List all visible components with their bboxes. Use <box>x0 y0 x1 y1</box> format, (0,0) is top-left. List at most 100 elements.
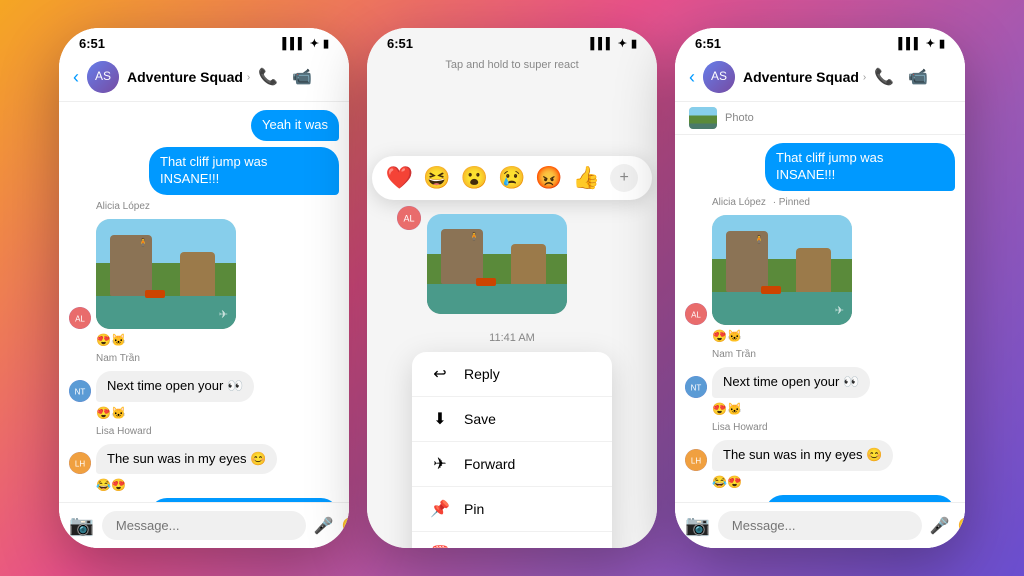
msg-row: AL 🧍 ✈ <box>69 219 339 329</box>
sticker-icon-1[interactable]: 😊 <box>342 516 349 536</box>
emoji-angry[interactable]: 😡 <box>535 165 562 191</box>
header-name-row-3: Adventure Squad › <box>743 69 866 85</box>
emoji-add-button[interactable]: + <box>610 164 638 192</box>
delete-label: Delete for you <box>464 546 551 548</box>
header-actions-3: 📞 📹 <box>874 67 928 87</box>
message-input-bar-3: 📷 🎤 😊 ⊕ <box>675 502 965 548</box>
back-button-3[interactable]: ‹ <box>689 67 695 88</box>
reaction-row: 😂😍 <box>96 478 339 492</box>
msg-avatar: NT <box>685 376 707 398</box>
context-menu: ↩ Reply ⬇ Save ✈ Forward 📌 Pin 🗑 Del <box>412 352 612 548</box>
messages-3: That cliff jump was INSANE!!! Alicia Lóp… <box>675 135 965 502</box>
photo-preview-row: AL 🧍 <box>367 200 657 328</box>
msg-row: LH The sun was in my eyes 😊 <box>685 440 955 471</box>
time-3: 6:51 <box>695 36 721 51</box>
reaction-row-3: 😍🐱 <box>712 329 955 343</box>
photo-message-1[interactable]: 🧍 ✈ <box>96 219 236 329</box>
msg-row: NT Next time open your 👀 <box>685 367 955 398</box>
msg-row: That cliff jump was INSANE!!! <box>69 147 339 195</box>
cliff-scene-3: 🧍 <box>712 215 852 325</box>
menu-item-reply[interactable]: ↩ Reply <box>412 352 612 397</box>
chat-header-3: ‹ AS Adventure Squad › 📞 📹 <box>675 55 965 102</box>
pin-label: Pin <box>464 501 484 517</box>
video-icon-1[interactable]: 📹 <box>292 67 312 87</box>
name-chevron-3: › <box>863 72 866 83</box>
menu-item-pin[interactable]: 📌 Pin <box>412 487 612 532</box>
cliff-jumper-2: 🧍 <box>469 232 479 241</box>
group-avatar-3: AS <box>703 61 735 93</box>
cliff-water-2 <box>427 284 567 314</box>
emoji-hint: Tap and hold to super react <box>445 59 578 71</box>
mic-icon-3[interactable]: 🎤 <box>930 516 950 536</box>
signal-icon-2: ▌▌▌ <box>590 38 613 50</box>
sticker-icon-3[interactable]: 😊 <box>958 516 965 536</box>
reply-icon: ↩ <box>430 364 450 384</box>
sender-name: Nam Trần <box>96 353 339 364</box>
emoji-heart[interactable]: ❤️ <box>386 165 413 191</box>
save-label: Save <box>464 411 496 427</box>
input-actions-1: 🎤 😊 ⊕ <box>314 516 349 536</box>
reply-label: Reply <box>464 366 500 382</box>
time-1: 6:51 <box>79 36 105 51</box>
pin-badge: · Pinned <box>773 197 810 208</box>
reaction-emoji: 😂😍 <box>712 475 742 489</box>
wifi-icon-3: ✦ <box>926 37 935 50</box>
cliff-rock2-3 <box>796 248 831 298</box>
svg-text:NT: NT <box>75 387 86 396</box>
reaction-emoji: 😂😍 <box>96 478 126 492</box>
time-2: 6:51 <box>387 36 413 51</box>
cliff-rock-right <box>180 252 215 302</box>
camera-icon-1[interactable]: 📷 <box>69 513 94 538</box>
video-icon-3[interactable]: 📹 <box>908 67 928 87</box>
wifi-icon: ✦ <box>310 37 319 50</box>
battery-icon: ▮ <box>323 37 329 50</box>
cliff-scene-2: 🧍 <box>427 214 567 314</box>
name-chevron-1: › <box>247 72 250 83</box>
status-icons-2: ▌▌▌ ✦ ▮ <box>590 37 637 50</box>
pinned-info: Photo <box>725 112 754 124</box>
sent-bubble: Bonfires at night were my fave <box>765 495 955 502</box>
menu-item-forward[interactable]: ✈ Forward <box>412 442 612 487</box>
phone-3: 6:51 ▌▌▌ ✦ ▮ ‹ AS Adventure Squad › 📞 📹 <box>675 28 965 548</box>
photo-message-3[interactable]: 🧍 ✈ <box>712 215 852 325</box>
emoji-laugh[interactable]: 😆 <box>423 165 450 191</box>
save-icon: ⬇ <box>430 409 450 429</box>
msg-row: Bonfires at night were my fave <box>685 495 955 502</box>
cliff-water <box>96 296 236 329</box>
msg-avatar: LH <box>69 452 91 474</box>
group-avatar-1: AS <box>87 61 119 93</box>
svg-text:AL: AL <box>403 214 414 224</box>
emoji-thumbs-up[interactable]: 👍 <box>573 165 600 191</box>
emoji-bar-wrapper: Tap and hold to super react ❤️ 😆 😮 😢 😡 👍… <box>367 55 657 200</box>
menu-item-save[interactable]: ⬇ Save <box>412 397 612 442</box>
camera-icon-3[interactable]: 📷 <box>685 513 710 538</box>
sender-name-pinned: Alicia López · Pinned <box>712 197 955 208</box>
message-input-1[interactable] <box>102 511 306 540</box>
emoji-sad[interactable]: 😢 <box>498 165 525 191</box>
pinned-thumb-scene <box>689 107 717 129</box>
reaction-emoji-3: 😍🐱 <box>712 329 742 343</box>
pinned-thumbnail <box>689 107 717 129</box>
send-status-icon-3: ✈ <box>835 304 844 317</box>
back-button-1[interactable]: ‹ <box>73 67 79 88</box>
cliff-rock2-2 <box>511 244 546 289</box>
msg-row: That cliff jump was INSANE!!! <box>685 143 955 191</box>
pinned-banner[interactable]: Photo <box>675 102 965 135</box>
sent-bubble: Yeah it was <box>251 110 339 141</box>
msg-row: LH The sun was in my eyes 😊 <box>69 444 339 475</box>
chat-header-1: ‹ AS Adventure Squad › 📞 📹 <box>59 55 349 102</box>
emoji-wow[interactable]: 😮 <box>461 165 488 191</box>
call-icon-1[interactable]: 📞 <box>258 67 278 87</box>
menu-item-delete[interactable]: 🗑 Delete for you <box>412 532 612 548</box>
phone-2: 6:51 ▌▌▌ ✦ ▮ Tap and hold to super react… <box>367 28 657 548</box>
msg-avatar: NT <box>69 380 91 402</box>
signal-icon: ▌▌▌ <box>282 38 305 50</box>
msg-avatar: LH <box>685 449 707 471</box>
msg-row: NT Next time open your 👀 <box>69 371 339 402</box>
forward-label: Forward <box>464 456 515 472</box>
mic-icon-1[interactable]: 🎤 <box>314 516 334 536</box>
context-photo: 🧍 <box>427 214 567 314</box>
call-icon-3[interactable]: 📞 <box>874 67 894 87</box>
header-name-row-1: Adventure Squad › <box>127 69 250 85</box>
message-input-3[interactable] <box>718 511 922 540</box>
